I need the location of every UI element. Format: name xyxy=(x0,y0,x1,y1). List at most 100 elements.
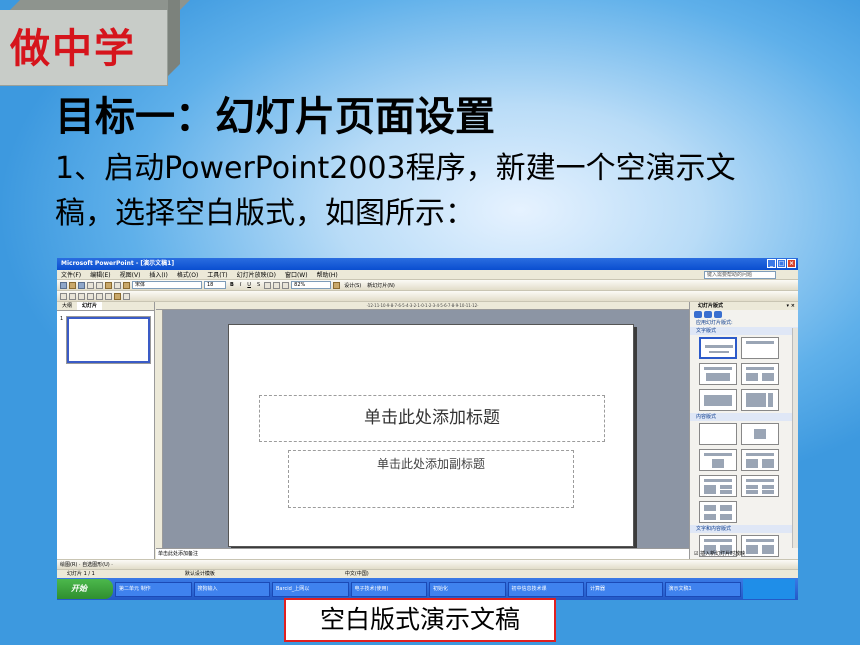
page-title: 目标一：幻灯片页面设置 xyxy=(55,94,495,140)
layout-title-content-two[interactable] xyxy=(699,475,737,497)
start-button[interactable]: 开始 xyxy=(57,579,113,599)
hyperlink-icon[interactable] xyxy=(87,292,94,300)
align-center-icon[interactable] xyxy=(273,281,281,289)
home-icon[interactable] xyxy=(714,311,722,318)
preview-icon[interactable] xyxy=(96,281,103,289)
drawing-toolbar[interactable]: 绘图(R) · 自选图形(U) · xyxy=(57,559,798,569)
vertical-ruler xyxy=(156,310,163,548)
menu-bar: 文件(F) 编辑(E) 视图(V) 插入(I) 格式(O) 工具(T) 幻灯片放… xyxy=(57,270,798,280)
layout-title-content[interactable] xyxy=(699,449,737,471)
title-placeholder[interactable]: 单击此处添加标题 xyxy=(259,395,605,442)
taskpane-scrollbar[interactable] xyxy=(792,328,798,548)
slide-canvas: ·12·11·10·9·8·7·6·5·4·3·2·1·0·1·2·3·4·5·… xyxy=(156,302,689,559)
cut-icon[interactable] xyxy=(105,281,112,289)
menu-slideshow[interactable]: 幻灯片放映(D) xyxy=(237,270,276,279)
menu-tools[interactable]: 工具(T) xyxy=(207,270,227,279)
insert-chart-icon[interactable] xyxy=(69,292,76,300)
layout-title-two-content[interactable] xyxy=(741,449,779,471)
color-grayscale-icon[interactable] xyxy=(114,292,121,300)
layout-title-slide[interactable] xyxy=(699,337,737,359)
grid-icon[interactable] xyxy=(123,292,130,300)
layout-four-content[interactable] xyxy=(699,501,737,523)
save-icon[interactable] xyxy=(78,281,85,289)
step-instruction: 1、启动PowerPoint2003程序，新建一个空演示文稿，选择空白版式，如图… xyxy=(55,151,736,231)
badge-label: 做中学 xyxy=(10,25,136,72)
undo-icon[interactable] xyxy=(96,292,103,300)
layout-vertical-title[interactable] xyxy=(741,389,779,411)
tab-slides[interactable]: 幻灯片 xyxy=(77,302,103,310)
layout-title-text[interactable] xyxy=(699,363,737,385)
subtitle-placeholder[interactable]: 单击此处添加副标题 xyxy=(288,450,574,508)
layout-two-columns[interactable] xyxy=(741,363,779,385)
checkbox-label: 插入新幻灯片时放映 xyxy=(700,551,746,557)
taskbar-item[interactable]: 搜狗输入 xyxy=(193,581,270,597)
italic-button[interactable]: I xyxy=(238,282,243,288)
layout-content[interactable] xyxy=(741,423,779,445)
taskbar-item[interactable]: 演示文稿1 xyxy=(664,581,741,597)
menu-insert[interactable]: 插入(I) xyxy=(149,270,167,279)
pane-tabs: 大纲 幻灯片 xyxy=(57,302,154,311)
menu-help[interactable]: 帮助(H) xyxy=(317,270,338,279)
taskbar-item[interactable]: 计算器 xyxy=(586,581,663,597)
taskbar-item[interactable]: 初中信息技术课 xyxy=(507,581,584,597)
taskbar-item[interactable]: 电子技术(使用) xyxy=(350,581,427,597)
open-icon[interactable] xyxy=(69,281,76,289)
underline-button[interactable]: U xyxy=(245,282,253,288)
close-button[interactable]: × xyxy=(787,259,796,268)
layout-title-four-content[interactable] xyxy=(741,475,779,497)
taskbar-item[interactable]: 第二单元 制作 xyxy=(115,581,192,597)
new-slide-button[interactable]: 新幻灯片(N) xyxy=(365,282,397,289)
status-slide: 幻灯片 1 / 1 xyxy=(67,571,95,577)
menu-view[interactable]: 视图(V) xyxy=(120,270,141,279)
status-bar: 幻灯片 1 / 1 默认设计模板 中文(中国) xyxy=(57,569,798,578)
slide[interactable]: 单击此处添加标题 单击此处添加副标题 xyxy=(228,324,634,547)
menu-format[interactable]: 格式(O) xyxy=(177,270,198,279)
slide-thumbnail[interactable] xyxy=(66,316,151,364)
section-text-content-layouts: 文字和内容版式 xyxy=(690,525,798,533)
insert-table-icon[interactable] xyxy=(60,292,67,300)
font-size-select[interactable]: 18 xyxy=(204,281,226,289)
minimize-button[interactable]: _ xyxy=(767,259,776,268)
align-right-icon[interactable] xyxy=(282,281,290,289)
forward-icon[interactable] xyxy=(704,311,712,318)
font-select[interactable]: 宋体 xyxy=(132,281,202,289)
layout-blank[interactable] xyxy=(699,423,737,445)
notes-pane[interactable]: 单击此处添加备注 xyxy=(156,548,689,559)
taskpane-header: 幻灯片版式 ▾ × xyxy=(690,302,798,310)
section-content-layouts: 内容版式 xyxy=(690,413,798,421)
zoom-select[interactable]: 82% xyxy=(291,281,332,289)
insert-picture-icon[interactable] xyxy=(78,292,85,300)
powerpoint-screenshot: Microsoft PowerPoint - [演示文稿1] _ □ × 文件(… xyxy=(57,258,798,600)
redo-icon[interactable] xyxy=(105,292,112,300)
print-icon[interactable] xyxy=(87,281,94,289)
taskbar-item[interactable]: 初始化 xyxy=(429,581,506,597)
taskbar-item[interactable]: Barcid_上网以 xyxy=(272,581,349,597)
font-color-icon[interactable] xyxy=(333,281,341,289)
taskpane-nav xyxy=(690,310,798,319)
align-left-icon[interactable] xyxy=(264,281,272,289)
layout-text-content-2[interactable] xyxy=(741,535,779,557)
menu-edit[interactable]: 编辑(E) xyxy=(90,270,110,279)
bold-button[interactable]: B xyxy=(228,282,236,288)
windows-taskbar: 开始 第二单元 制作 搜狗输入 Barcid_上网以 电子技术(使用) 初始化 … xyxy=(57,578,798,600)
new-icon[interactable] xyxy=(60,281,67,289)
back-icon[interactable] xyxy=(694,311,702,318)
copy-icon[interactable] xyxy=(114,281,121,289)
slide-layout-taskpane: 幻灯片版式 ▾ × 应用幻灯片版式: 文字版式 内容版式 文字和内容版式 ☑ 插… xyxy=(689,302,798,559)
status-template: 默认设计模板 xyxy=(184,571,215,577)
tab-outline[interactable]: 大纲 xyxy=(57,302,77,310)
shadow-button[interactable]: S xyxy=(255,282,262,288)
horizontal-ruler: ·12·11·10·9·8·7·6·5·4·3·2·1·0·1·2·3·4·5·… xyxy=(156,302,689,310)
paste-icon[interactable] xyxy=(123,281,130,289)
maximize-button[interactable]: □ xyxy=(777,259,786,268)
help-search-input[interactable]: 键入需要帮助的问题 xyxy=(704,271,776,279)
system-tray xyxy=(743,579,795,599)
menu-file[interactable]: 文件(F) xyxy=(61,270,81,279)
menu-window[interactable]: 窗口(W) xyxy=(285,270,308,279)
insert-new-slide-checkbox[interactable]: ☑ 插入新幻灯片时放映 xyxy=(694,550,745,557)
design-button[interactable]: 设计(S) xyxy=(342,282,363,289)
layout-title-only[interactable] xyxy=(741,337,779,359)
close-icon[interactable]: ▾ × xyxy=(787,302,795,310)
window-titlebar: Microsoft PowerPoint - [演示文稿1] _ □ × xyxy=(57,258,798,270)
layout-vertical-text[interactable] xyxy=(699,389,737,411)
